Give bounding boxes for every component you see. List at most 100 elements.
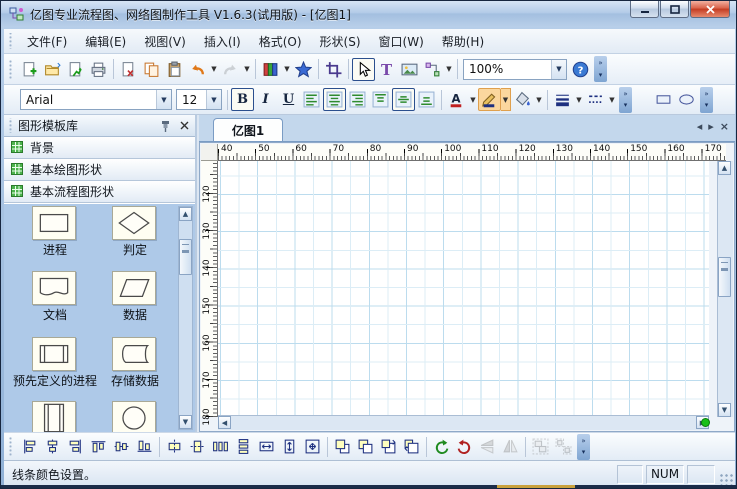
zoom-combo[interactable]: 100%▼: [463, 59, 567, 80]
space-horizontal-icon[interactable]: [209, 435, 232, 458]
close-document-icon[interactable]: ×: [720, 120, 729, 133]
connector-tool-icon[interactable]: [421, 58, 444, 81]
effects-star-icon[interactable]: [292, 58, 315, 81]
align-center-icon[interactable]: [323, 88, 346, 111]
shape-group-1[interactable]: 基本绘图形状: [4, 159, 195, 181]
shape-align-center-icon[interactable]: [41, 435, 64, 458]
line-weight-dropdown-icon[interactable]: ▼: [574, 96, 584, 104]
group-icon[interactable]: [529, 435, 552, 458]
redo-icon[interactable]: [219, 58, 242, 81]
shape-tile-predefined-process[interactable]: [32, 337, 76, 371]
menu-item-4[interactable]: 格式(O): [250, 30, 311, 53]
drawing-canvas[interactable]: [218, 161, 709, 417]
align-left-icon[interactable]: [300, 88, 323, 111]
shape-tile-data[interactable]: [112, 271, 156, 305]
shape-tile-process[interactable]: [32, 206, 76, 240]
same-height-icon[interactable]: [278, 435, 301, 458]
line-weight-icon[interactable]: [551, 88, 574, 111]
shape-align-top-icon[interactable]: [87, 435, 110, 458]
shape-tile-document[interactable]: [32, 271, 76, 305]
vertical-scrollbar[interactable]: ▲ ▼: [717, 161, 733, 417]
chevron-down-icon[interactable]: ▼: [551, 60, 566, 79]
v-scroll-thumb[interactable]: [718, 257, 731, 297]
shape-group-2[interactable]: 基本流程图形状: [4, 181, 195, 203]
font-color-icon[interactable]: A: [445, 88, 468, 111]
send-to-back-icon[interactable]: [354, 435, 377, 458]
menu-item-1[interactable]: 编辑(E): [76, 30, 135, 53]
italic-icon[interactable]: I: [254, 88, 277, 111]
copy-icon[interactable]: [140, 58, 163, 81]
panel-close-icon[interactable]: [176, 118, 192, 134]
rectangle-tool-icon[interactable]: [652, 88, 675, 111]
new-icon[interactable]: [18, 58, 41, 81]
center-horizontal-icon[interactable]: [163, 435, 186, 458]
align-middle-icon[interactable]: [392, 88, 415, 111]
panel-grip[interactable]: [8, 118, 13, 133]
shape-group-0[interactable]: 背景: [4, 137, 195, 159]
menu-item-7[interactable]: 帮助(H): [433, 30, 493, 53]
font-size-combo[interactable]: 12▼: [176, 89, 222, 110]
shape-tile-decision[interactable]: [112, 206, 156, 240]
redo-dropdown-icon[interactable]: ▼: [242, 65, 252, 73]
toolbar-overflow-icon[interactable]: »▾: [619, 87, 632, 113]
menu-item-6[interactable]: 窗口(W): [370, 30, 433, 53]
image-tool-icon[interactable]: [398, 58, 421, 81]
scroll-down-icon[interactable]: ▼: [718, 403, 731, 417]
gallery-scrollbar[interactable]: ▲ ▼: [178, 206, 193, 430]
scroll-down-icon[interactable]: ▼: [179, 415, 192, 429]
scroll-left-icon[interactable]: ◀: [218, 416, 231, 429]
send-backward-icon[interactable]: [400, 435, 423, 458]
connector-tool-dropdown-icon[interactable]: ▼: [444, 65, 454, 73]
menu-item-0[interactable]: 文件(F): [18, 30, 76, 53]
menu-item-2[interactable]: 视图(V): [135, 30, 195, 53]
line-color-icon[interactable]: [478, 88, 501, 111]
same-size-icon[interactable]: [301, 435, 324, 458]
rotate-right-icon[interactable]: [453, 435, 476, 458]
scroll-up-icon[interactable]: ▲: [718, 161, 731, 175]
text-tool-icon[interactable]: T: [375, 58, 398, 81]
prev-tab-icon[interactable]: ◂: [697, 120, 703, 133]
center-vertical-icon[interactable]: [186, 435, 209, 458]
bold-icon[interactable]: B: [231, 88, 254, 111]
crop-icon[interactable]: [322, 58, 345, 81]
horizontal-scrollbar[interactable]: ◀ ▶: [218, 415, 709, 430]
shape-align-right-icon[interactable]: [64, 435, 87, 458]
maximize-button[interactable]: [660, 1, 689, 18]
shape-tile-internal-storage[interactable]: [32, 401, 76, 432]
undo-dropdown-icon[interactable]: ▼: [209, 65, 219, 73]
theme-colors-dropdown-icon[interactable]: ▼: [282, 65, 292, 73]
rotate-left-icon[interactable]: [430, 435, 453, 458]
same-width-icon[interactable]: [255, 435, 278, 458]
menu-item-3[interactable]: 插入(I): [195, 30, 250, 53]
toolbar-grip[interactable]: [8, 33, 13, 50]
chevron-down-icon[interactable]: ▼: [206, 90, 221, 109]
font-combo[interactable]: Arial▼: [20, 89, 172, 110]
shape-align-bottom-icon[interactable]: [133, 435, 156, 458]
paste-icon[interactable]: [163, 58, 186, 81]
align-top-icon[interactable]: [369, 88, 392, 111]
shape-tile-circle[interactable]: [112, 401, 156, 432]
toolbar-overflow-icon[interactable]: »▾: [700, 87, 713, 113]
line-color-dropdown-icon[interactable]: ▼: [501, 88, 511, 111]
ellipse-tool-icon[interactable]: [675, 88, 698, 111]
chevron-down-icon[interactable]: ▼: [156, 90, 171, 109]
flip-vertical-icon[interactable]: [476, 435, 499, 458]
cut-icon[interactable]: [117, 58, 140, 81]
toolbar-overflow-icon[interactable]: »▾: [577, 434, 590, 460]
titlebar[interactable]: 亿图专业流程图、网络图制作工具 V1.6.3(试用版) - [亿图1]: [1, 1, 736, 27]
font-color-dropdown-icon[interactable]: ▼: [468, 96, 478, 104]
ungroup-icon[interactable]: [552, 435, 575, 458]
shape-tile-stored-data[interactable]: [112, 337, 156, 371]
line-dash-dropdown-icon[interactable]: ▼: [607, 96, 617, 104]
close-button[interactable]: [690, 1, 730, 18]
shape-align-middle-icon[interactable]: [110, 435, 133, 458]
bring-to-front-icon[interactable]: [331, 435, 354, 458]
align-right-icon[interactable]: [346, 88, 369, 111]
print-icon[interactable]: [87, 58, 110, 81]
pin-icon[interactable]: [157, 118, 173, 134]
scroll-up-icon[interactable]: ▲: [179, 207, 192, 221]
shape-align-left-icon[interactable]: [18, 435, 41, 458]
save-icon[interactable]: [64, 58, 87, 81]
fill-color-dropdown-icon[interactable]: ▼: [534, 96, 544, 104]
line-dash-icon[interactable]: [584, 88, 607, 111]
